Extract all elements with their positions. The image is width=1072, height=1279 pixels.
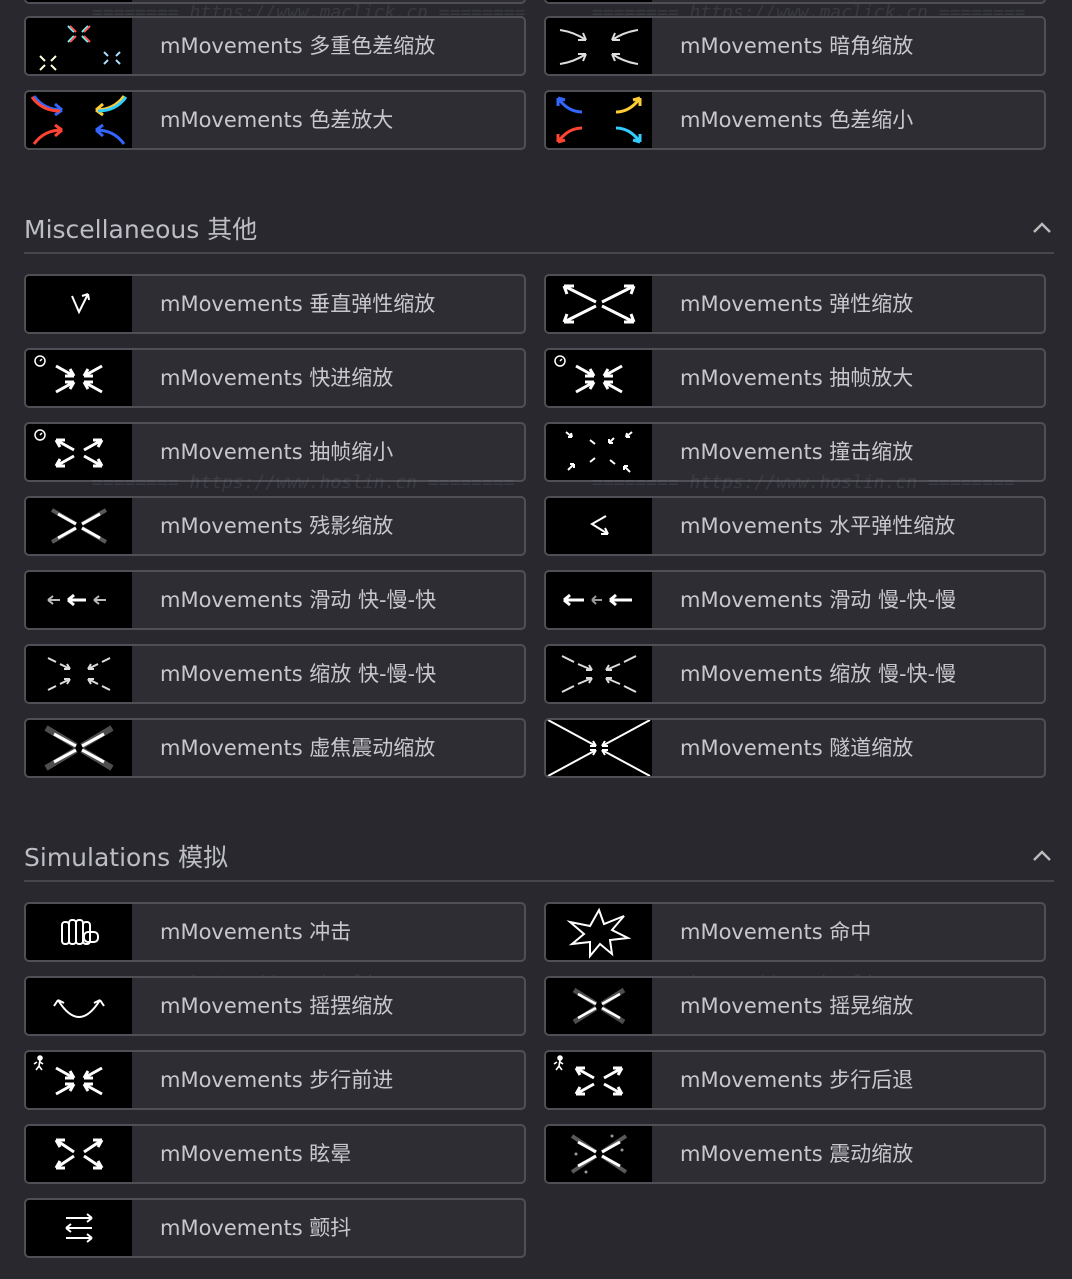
effect-label: mMovements 抽帧放大 xyxy=(680,366,914,390)
effect-label: mMovements 残影缩放 xyxy=(160,514,394,538)
effect-label: mMovements 步行后退 xyxy=(680,1068,914,1092)
effect-card-punch[interactable]: mMovements 冲击 xyxy=(24,902,526,962)
effect-label: mMovements 色差缩小 xyxy=(680,108,914,132)
fist-icon xyxy=(26,904,132,960)
effect-card-frame-drop-zoom-out[interactable]: mMovements 抽帧缩小 xyxy=(24,422,526,482)
zoom-fast-slow-fast-icon xyxy=(26,646,132,702)
effect-label: mMovements 快进缩放 xyxy=(160,366,394,390)
effect-card-impact-zoom[interactable]: mMovements 撞击缩放 xyxy=(544,422,1046,482)
effect-label: mMovements 缩放 慢-快-慢 xyxy=(680,662,957,686)
chevron-up-icon[interactable] xyxy=(1030,846,1054,866)
effect-card-vertical-elastic-zoom[interactable]: mMovements 垂直弹性缩放 xyxy=(24,274,526,334)
effect-card-multi-chroma-zoom[interactable]: mMovements 多重色差缩放 xyxy=(24,16,526,76)
effect-label: mMovements 眩晕 xyxy=(160,1142,352,1166)
effect-card-sway-zoom[interactable]: mMovements 摇晃缩放 xyxy=(544,976,1046,1036)
multi-chroma-zoom-icon xyxy=(26,18,132,74)
effect-label: mMovements 滑动 慢-快-慢 xyxy=(680,588,957,612)
walk-backward-icon xyxy=(546,1052,652,1108)
effect-label: mMovements 抽帧缩小 xyxy=(160,440,394,464)
fast-forward-zoom-icon xyxy=(26,350,132,406)
effect-label: mMovements 垂直弹性缩放 xyxy=(160,292,436,316)
effect-card-zoom-fast-slow-fast[interactable]: mMovements 缩放 快-慢-快 xyxy=(24,644,526,704)
impact-zoom-icon xyxy=(546,424,652,480)
shake-zoom-icon xyxy=(546,1126,652,1182)
sway-zoom-icon xyxy=(546,978,652,1034)
ghost-zoom-icon xyxy=(26,498,132,554)
effect-card-ghost-zoom[interactable]: mMovements 残影缩放 xyxy=(24,496,526,556)
chroma-zoom-out-icon xyxy=(546,92,652,148)
blur-shake-zoom-icon xyxy=(26,720,132,776)
chroma-zoom-in-icon xyxy=(26,92,132,148)
effect-card-horizontal-elastic-zoom[interactable]: mMovements 水平弹性缩放 xyxy=(544,496,1046,556)
frame-drop-zoom-out-icon xyxy=(26,424,132,480)
effect-label: mMovements 颤抖 xyxy=(160,1216,352,1240)
effect-card-swing-zoom[interactable]: mMovements 摇摆缩放 xyxy=(24,976,526,1036)
vignette-zoom-icon xyxy=(546,18,652,74)
effect-card-frame-drop-zoom-in[interactable]: mMovements 抽帧放大 xyxy=(544,348,1046,408)
effect-card-vignette-zoom[interactable]: mMovements 暗角缩放 xyxy=(544,16,1046,76)
effect-label: mMovements 缩放 快-慢-快 xyxy=(160,662,437,686)
effect-label: mMovements 摇晃缩放 xyxy=(680,994,914,1018)
effect-label: mMovements 冲击 xyxy=(160,920,352,944)
card-cropped[interactable] xyxy=(544,0,1046,4)
effect-label: mMovements 摇摆缩放 xyxy=(160,994,394,1018)
effect-card-chroma-zoom-out[interactable]: mMovements 色差缩小 xyxy=(544,90,1046,150)
effect-label: mMovements 暗角缩放 xyxy=(680,34,914,58)
effect-label: mMovements 命中 xyxy=(680,920,872,944)
effect-card-fast-forward-zoom[interactable]: mMovements 快进缩放 xyxy=(24,348,526,408)
dizzy-icon xyxy=(26,1126,132,1182)
effect-label: mMovements 步行前进 xyxy=(160,1068,394,1092)
effect-card-dizzy[interactable]: mMovements 眩晕 xyxy=(24,1124,526,1184)
effect-label: mMovements 隧道缩放 xyxy=(680,736,914,760)
tunnel-zoom-icon xyxy=(546,720,652,776)
effect-card-zoom-slow-fast-slow[interactable]: mMovements 缩放 慢-快-慢 xyxy=(544,644,1046,704)
slide-slow-fast-slow-icon xyxy=(546,572,652,628)
slide-fast-slow-fast-icon xyxy=(26,572,132,628)
zoom-slow-fast-slow-icon xyxy=(546,646,652,702)
swing-icon xyxy=(26,978,132,1034)
effect-card-blur-shake-zoom[interactable]: mMovements 虚焦震动缩放 xyxy=(24,718,526,778)
effect-label: mMovements 色差放大 xyxy=(160,108,394,132)
section-title: Miscellaneous 其他 xyxy=(24,215,258,244)
section-header-simulations[interactable]: Simulations 模拟 xyxy=(24,838,1054,882)
effect-card-walk-backward[interactable]: mMovements 步行后退 xyxy=(544,1050,1046,1110)
frame-drop-zoom-in-icon xyxy=(546,350,652,406)
effect-label: mMovements 多重色差缩放 xyxy=(160,34,436,58)
tremble-icon xyxy=(26,1200,132,1256)
effect-card-slide-fast-slow-fast[interactable]: mMovements 滑动 快-慢-快 xyxy=(24,570,526,630)
starburst-icon xyxy=(546,904,652,960)
effect-card-chroma-zoom-in[interactable]: mMovements 色差放大 xyxy=(24,90,526,150)
chevron-up-icon[interactable] xyxy=(1030,218,1054,238)
effect-card-shake-zoom[interactable]: mMovements 震动缩放 xyxy=(544,1124,1046,1184)
horizontal-elastic-icon xyxy=(546,498,652,554)
section-title: Simulations 模拟 xyxy=(24,843,229,872)
effect-label: mMovements 水平弹性缩放 xyxy=(680,514,956,538)
effect-card-elastic-zoom[interactable]: mMovements 弹性缩放 xyxy=(544,274,1046,334)
effect-card-walk-forward[interactable]: mMovements 步行前进 xyxy=(24,1050,526,1110)
effect-card-slide-slow-fast-slow[interactable]: mMovements 滑动 慢-快-慢 xyxy=(544,570,1046,630)
effect-label: mMovements 虚焦震动缩放 xyxy=(160,736,436,760)
effect-card-tremble[interactable]: mMovements 颤抖 xyxy=(24,1198,526,1258)
effect-label: mMovements 弹性缩放 xyxy=(680,292,914,316)
effect-card-tunnel-zoom[interactable]: mMovements 隧道缩放 xyxy=(544,718,1046,778)
effect-label: mMovements 撞击缩放 xyxy=(680,440,914,464)
walk-forward-icon xyxy=(26,1052,132,1108)
elastic-zoom-icon xyxy=(546,276,652,332)
effect-label: mMovements 滑动 快-慢-快 xyxy=(160,588,437,612)
card-cropped[interactable] xyxy=(24,0,526,4)
section-header-miscellaneous[interactable]: Miscellaneous 其他 xyxy=(24,210,1054,254)
vertical-elastic-icon xyxy=(26,276,132,332)
effect-label: mMovements 震动缩放 xyxy=(680,1142,914,1166)
effect-card-hit[interactable]: mMovements 命中 xyxy=(544,902,1046,962)
